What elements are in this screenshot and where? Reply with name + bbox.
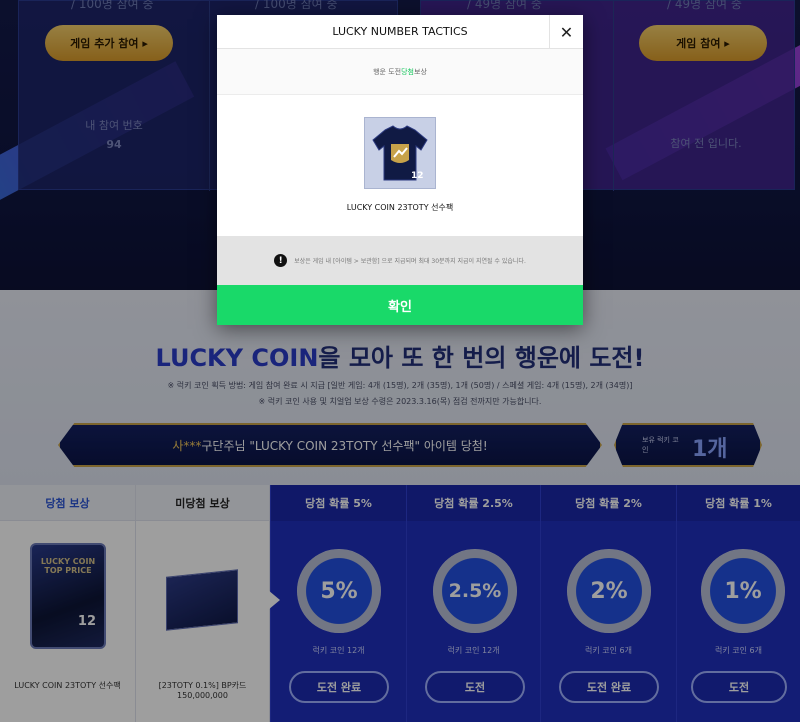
notice-text: 보상은 게임 내 [아이템 > 보관함] 으로 지급되며 최대 30분까지 지급… (294, 258, 526, 265)
reward-modal: LUCKY NUMBER TACTICS ✕ 행운 도전 당첨 보상 12 LU… (217, 15, 583, 325)
close-icon: ✕ (559, 22, 574, 42)
subtitle-highlight: 당첨 (401, 67, 414, 76)
jersey-icon: 12 (372, 125, 428, 181)
modal-title: LUCKY NUMBER TACTICS (217, 15, 583, 49)
confirm-button[interactable]: 확인 (217, 285, 583, 325)
reward-item-name: LUCKY COIN 23TOTY 선수팩 (346, 203, 454, 212)
modal-notice: ! 보상은 게임 내 [아이템 > 보관함] 으로 지급되며 최대 30분까지 … (217, 236, 583, 285)
alert-icon: ! (274, 254, 288, 267)
close-button[interactable]: ✕ (549, 15, 583, 49)
reward-item-image: 12 (364, 117, 436, 189)
subtitle-pre: 행운 도전 (373, 67, 402, 76)
jersey-number: 12 (411, 171, 424, 181)
subtitle-post: 보상 (414, 67, 427, 76)
modal-subtitle: 행운 도전 당첨 보상 (217, 49, 583, 95)
